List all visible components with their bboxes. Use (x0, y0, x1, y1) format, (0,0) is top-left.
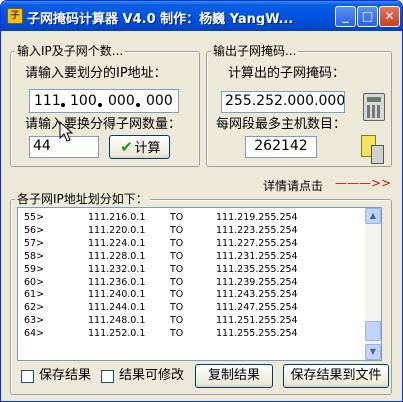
row-to-label: TO (170, 302, 184, 314)
table-row[interactable]: 64> 111.252.0.1 TO 111.255.255.254 (18, 328, 365, 340)
calculator-screen (367, 97, 381, 102)
scroll-down-button[interactable]: ▼ (365, 344, 381, 360)
ip-dot (61, 103, 65, 107)
row-to-label: TO (170, 250, 184, 262)
row-end-ip: 111.239.255.254 (216, 276, 298, 288)
row-index: 63> (24, 315, 45, 327)
row-to-label: TO (170, 237, 184, 249)
save-to-file-button[interactable]: 保存结果到文件 (283, 364, 389, 388)
input-group-legend: 输入IP及子网个数... (15, 44, 126, 58)
row-to-label: TO (170, 289, 184, 301)
row-end-ip: 111.235.255.254 (216, 263, 298, 275)
close-icon: ✕ (384, 9, 395, 23)
row-start-ip: 111.240.0.1 (88, 289, 146, 301)
mouse-cursor-icon (59, 121, 73, 142)
row-index: 57> (24, 237, 45, 249)
row-index: 62> (24, 302, 45, 314)
row-end-ip: 111.247.255.254 (216, 302, 298, 314)
list-group-legend: 各子网IP地址划分如下： (15, 192, 150, 206)
table-row[interactable]: 63> 111.248.0.1 TO 111.251.255.254 (18, 315, 365, 327)
ip-octet-1[interactable]: 111 (34, 92, 61, 110)
row-start-ip: 111.224.0.1 (88, 237, 146, 249)
ip-octet-4[interactable]: 000 (146, 92, 173, 110)
editable-result-checkbox[interactable] (101, 370, 114, 383)
ip-octet-3[interactable]: 000 (108, 92, 135, 110)
minimize-icon: _ (342, 9, 349, 23)
row-index: 58> (24, 250, 45, 262)
app-window: 子 子网掩码计算器 V4.0 制作：杨巍 YangW... _ □ ✕ 输入IP… (0, 0, 403, 402)
row-start-ip: 111.248.0.1 (88, 315, 146, 327)
ip-label: 请输入要划分的IP地址： (25, 66, 167, 81)
ip-dot (98, 103, 102, 107)
row-end-ip: 111.227.255.254 (216, 237, 298, 249)
row-index: 61> (24, 289, 45, 301)
calculator-icon[interactable] (363, 93, 385, 121)
row-to-label: TO (170, 263, 184, 275)
row-end-ip: 111.219.255.254 (216, 212, 298, 223)
table-row[interactable]: 58> 111.228.0.1 TO 111.231.255.254 (18, 251, 365, 263)
row-end-ip: 111.255.255.254 (216, 328, 298, 340)
vertical-scrollbar[interactable]: ▲ ▼ (365, 208, 381, 360)
row-to-label: TO (170, 224, 184, 236)
calculator-keys (367, 105, 381, 118)
row-start-ip: 111.216.0.1 (88, 212, 146, 223)
editable-result-label: 结果可修改 (119, 368, 185, 383)
row-to-label: TO (170, 276, 184, 288)
row-to-label: TO (170, 315, 184, 327)
app-icon: 子 (7, 8, 23, 24)
row-index: 56> (24, 224, 45, 236)
check-icon: ✔ (120, 138, 133, 156)
calculate-button-label: 计算 (134, 141, 161, 156)
row-start-ip: 111.244.0.1 (88, 302, 146, 314)
table-row[interactable]: 59> 111.232.0.1 TO 111.235.255.254 (18, 264, 365, 276)
minimize-button[interactable]: _ (335, 6, 356, 27)
table-row[interactable]: 57> 111.224.0.1 TO 111.227.255.254 (18, 238, 365, 250)
ip-octet-2[interactable]: 100 (70, 92, 97, 110)
row-to-label: TO (170, 212, 184, 223)
table-row[interactable]: 60> 111.236.0.1 TO 111.239.255.254 (18, 277, 365, 289)
close-button[interactable]: ✕ (379, 6, 400, 27)
subnet-count-label: 请输入要换分得子网数量： (25, 117, 182, 132)
scroll-up-button[interactable]: ▲ (365, 208, 381, 224)
table-row[interactable]: 62> 111.244.0.1 TO 111.247.255.254 (18, 302, 365, 314)
save-result-checkbox[interactable] (21, 370, 34, 383)
row-index: 64> (24, 328, 45, 340)
row-index: 60> (24, 276, 45, 288)
notepad-calculator-icon[interactable] (361, 135, 385, 165)
window-title: 子网掩码计算器 V4.0 制作：杨巍 YangW... (27, 12, 294, 25)
subnet-mask-output: 255.252.000.000 (221, 91, 345, 113)
maximize-icon: □ (361, 9, 374, 23)
save-result-label: 保存结果 (39, 368, 92, 383)
hosts-label: 每网段最多主机数目： (216, 117, 347, 132)
hosts-output: 262142 (245, 136, 317, 158)
table-row[interactable]: 55> 111.216.0.1 TO 111.219.255.254 (18, 212, 365, 224)
maximize-button[interactable]: □ (357, 6, 378, 27)
row-index: 59> (24, 263, 45, 275)
row-end-ip: 111.223.255.254 (216, 224, 298, 236)
row-start-ip: 111.220.0.1 (88, 224, 146, 236)
table-row[interactable]: 56> 111.220.0.1 TO 111.223.255.254 (18, 225, 365, 237)
row-start-ip: 111.232.0.1 (88, 263, 146, 275)
row-start-ip: 111.228.0.1 (88, 250, 146, 262)
small-calculator-shape (371, 145, 384, 164)
ip-dot (136, 103, 140, 107)
copy-result-button[interactable]: 复制结果 (195, 364, 273, 388)
ip-address-field[interactable]: 111 100 000 000 (29, 89, 179, 113)
row-end-ip: 111.243.255.254 (216, 289, 298, 301)
row-end-ip: 111.231.255.254 (216, 250, 298, 262)
scroll-thumb[interactable] (365, 321, 381, 341)
arrow-right-icon: ———>> (335, 176, 392, 190)
subnet-list[interactable]: 55> 111.216.0.1 TO 111.219.255.254 56> 111.22… (17, 207, 382, 361)
calculate-button[interactable]: ✔ 计算 (109, 135, 170, 159)
row-to-label: TO (170, 328, 184, 340)
row-index: 55> (24, 212, 45, 223)
title-bar[interactable]: 子 子网掩码计算器 V4.0 制作：杨巍 YangW... _ □ ✕ (1, 1, 402, 31)
table-row[interactable]: 61> 111.240.0.1 TO 111.243.255.254 (18, 289, 365, 301)
details-link[interactable]: 详情请点击 (263, 177, 323, 194)
row-start-ip: 111.252.0.1 (88, 328, 146, 340)
output-group-legend: 输出子网掩码... (211, 44, 299, 58)
row-start-ip: 111.236.0.1 (88, 276, 146, 288)
mask-label: 计算出的子网掩码： (228, 66, 346, 81)
row-end-ip: 111.251.255.254 (216, 315, 298, 327)
